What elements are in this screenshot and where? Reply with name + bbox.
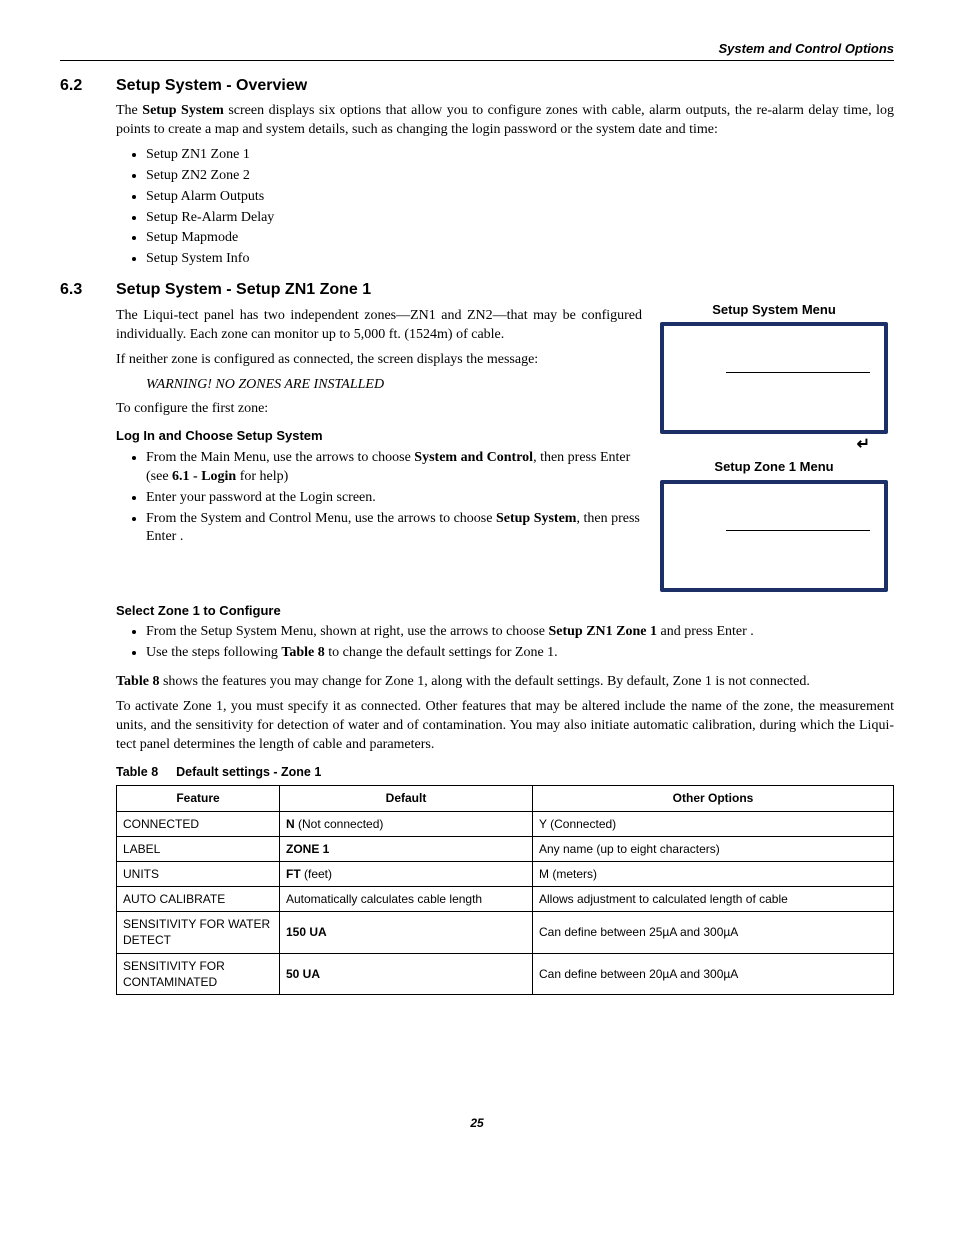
table-header-row: Feature Default Other Options — [117, 786, 894, 811]
cell-other: Can define between 25µA and 300µA — [533, 912, 894, 953]
text: From the Main Menu, use the arrows — [146, 450, 358, 465]
intro-paragraph-6-2: The Setup System screen displays six opt… — [116, 102, 894, 140]
list-item: Setup Alarm Outputs — [146, 188, 894, 207]
text: for help) — [236, 469, 288, 484]
text: Use the steps following — [146, 645, 281, 660]
text: to choose — [358, 450, 415, 465]
section-number-6-3: 6.3 — [60, 279, 116, 301]
section-number-6-2: 6.2 — [60, 75, 116, 97]
cell-feature: UNITS — [117, 861, 280, 886]
table8: Feature Default Other Options CONNECTEDN… — [116, 785, 894, 995]
text-bold: Setup System — [142, 103, 224, 118]
list-item: From the Main Menu, use the arrows to ch… — [146, 449, 642, 487]
paragraph: The Liqui-tect panel has two independent… — [116, 307, 642, 345]
table-row: CONNECTEDN (Not connected)Y (Connected) — [117, 811, 894, 836]
table-row: SENSITIVITY FOR CONTAMINATED50 UACan def… — [117, 953, 894, 994]
list-item: Enter your password at the Login screen. — [146, 489, 642, 508]
list-item: Setup ZN1 Zone 1 — [146, 146, 894, 165]
list-item: Setup System Info — [146, 250, 894, 269]
col-other: Other Options — [533, 786, 894, 811]
text: From the System and Control Menu, use th… — [146, 511, 439, 526]
text: screen displays six options that allow y… — [116, 103, 894, 137]
cell-default: 150 UA — [280, 912, 533, 953]
cell-default: ZONE 1 — [280, 836, 533, 861]
col-default: Default — [280, 786, 533, 811]
table-row: UNITSFT (feet)M (meters) — [117, 861, 894, 886]
text: From the Setup System Menu, shown at rig… — [146, 624, 492, 639]
select-zone1-steps-list: From the Setup System Menu, shown at rig… — [116, 623, 894, 663]
enter-icon: ↵ — [654, 434, 894, 456]
paragraph: To configure the first zone: — [116, 400, 642, 419]
cell-other: Any name (up to eight characters) — [533, 836, 894, 861]
text-bold: Setup System — [496, 511, 577, 526]
text-bold: 6.1 - Login — [172, 469, 236, 484]
page-number: 25 — [60, 1115, 894, 1131]
menu-caption-setup-system: Setup System Menu — [654, 301, 894, 319]
cell-default: FT (feet) — [280, 861, 533, 886]
cell-feature: SENSITIVITY FOR WATER DETECT — [117, 912, 280, 953]
list-item: Use the steps following Table 8 to chang… — [146, 644, 894, 663]
cell-other: Can define between 20µA and 300µA — [533, 953, 894, 994]
warning-message: WARNING! NO ZONES ARE INSTALLED — [146, 376, 642, 395]
setup-system-options-list: Setup ZN1 Zone 1 Setup ZN2 Zone 2 Setup … — [116, 146, 894, 269]
cell-other: Allows adjustment to calculated length o… — [533, 887, 894, 912]
section-title-6-3: Setup System - Setup ZN1 Zone 1 — [116, 279, 371, 301]
cell-default: N (Not connected) — [280, 811, 533, 836]
col-feature: Feature — [117, 786, 280, 811]
text-bold: Table 8 — [116, 674, 159, 689]
list-item: Setup Re-Alarm Delay — [146, 209, 894, 228]
text: (see — [146, 469, 172, 484]
text: to change the default settings for Zone … — [325, 645, 558, 660]
list-item: Setup Mapmode — [146, 229, 894, 248]
list-item: From the System and Control Menu, use th… — [146, 510, 642, 548]
table-number: Table 8 — [116, 765, 158, 779]
cell-default: Automatically calculates cable length — [280, 887, 533, 912]
menu-caption-setup-zone1: Setup Zone 1 Menu — [654, 458, 894, 476]
table-row: LABELZONE 1Any name (up to eight charact… — [117, 836, 894, 861]
text: , then press Enter — [533, 450, 630, 465]
subhead-login: Log In and Choose Setup System — [116, 427, 642, 445]
cell-feature: LABEL — [117, 836, 280, 861]
setup-system-menu-figure — [660, 322, 888, 434]
cell-other: M (meters) — [533, 861, 894, 886]
text: shows the features you may change for Zo… — [159, 674, 809, 689]
cell-other: Y (Connected) — [533, 811, 894, 836]
text: and press Enter — [657, 624, 750, 639]
cell-feature: CONNECTED — [117, 811, 280, 836]
cell-feature: SENSITIVITY FOR CONTAMINATED — [117, 953, 280, 994]
text: to choose — [492, 624, 549, 639]
section-title-6-2: Setup System - Overview — [116, 75, 307, 97]
paragraph: Table 8 shows the features you may chang… — [116, 673, 894, 692]
table-title: Default settings - Zone 1 — [176, 765, 321, 779]
text-bold: Setup ZN1 Zone 1 — [548, 624, 657, 639]
paragraph: To activate Zone 1, you must specify it … — [116, 698, 894, 755]
text-bold: System and Control — [414, 450, 533, 465]
table8-caption: Table 8 Default settings - Zone 1 — [116, 764, 894, 781]
list-item: Setup ZN2 Zone 2 — [146, 167, 894, 186]
cell-default: 50 UA — [280, 953, 533, 994]
text: The — [116, 103, 142, 118]
table-row: SENSITIVITY FOR WATER DETECT150 UACan de… — [117, 912, 894, 953]
setup-zone1-menu-figure — [660, 480, 888, 592]
text: . — [180, 529, 184, 544]
cell-feature: AUTO CALIBRATE — [117, 887, 280, 912]
login-steps-list: From the Main Menu, use the arrows to ch… — [116, 449, 642, 547]
table-row: AUTO CALIBRATEAutomatically calculates c… — [117, 887, 894, 912]
text-bold: Table 8 — [281, 645, 324, 660]
running-header: System and Control Options — [60, 40, 894, 61]
list-item: From the Setup System Menu, shown at rig… — [146, 623, 894, 642]
text: . — [750, 624, 754, 639]
paragraph: If neither zone is configured as connect… — [116, 351, 642, 370]
subhead-select-zone1: Select Zone 1 to Configure — [116, 602, 894, 620]
text: to choose — [439, 511, 496, 526]
